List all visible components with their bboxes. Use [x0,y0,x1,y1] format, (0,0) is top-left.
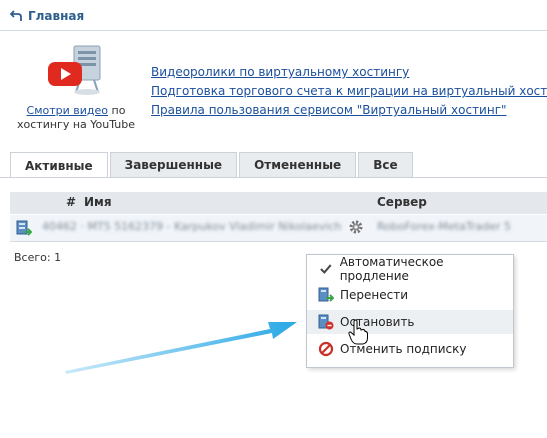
tab-divider [0,177,547,178]
breadcrumb-label: Главная [28,9,85,23]
checkmark-icon [320,264,332,274]
youtube-video-icon[interactable] [46,44,106,99]
menu-item-unsubscribe[interactable]: Отменить подписку [307,337,513,361]
tab-all[interactable]: Все [358,152,413,177]
row-name: 40462 · MT5 5162379 - Karpukov Vladimir … [42,220,342,233]
link-rules[interactable]: Правила пользования сервисом "Виртуальны… [151,101,547,120]
header-divider [0,30,547,31]
menu-item-stop[interactable]: Остановить [307,310,513,334]
video-link[interactable]: Смотри видео [27,104,108,117]
video-caption: Смотри видео по хостингу на YouTube [17,104,135,131]
context-menu: Автоматическое продление Перенести Остан… [306,254,514,368]
total-count: Всего: 1 [14,251,62,264]
menu-item-auto-renew[interactable]: Автоматическое продление [307,255,513,283]
tab-completed[interactable]: Завершенные [109,152,238,177]
back-arrow-icon [10,10,22,21]
link-video-hosting[interactable]: Видеоролики по виртуальному хостингу [151,63,547,82]
menu-item-transfer[interactable]: Перенести [307,283,513,307]
table-row[interactable]: 40462 · MT5 5162379 - Karpukov Vladimir … [10,215,547,242]
column-number[interactable]: # [66,195,76,209]
tab-cancelled[interactable]: Отмененные [239,152,357,177]
transfer-icon [318,287,334,302]
cancel-icon [318,341,334,357]
column-server[interactable]: Сервер [377,195,427,209]
table-header: # Имя Сервер [10,192,547,214]
breadcrumb[interactable]: Главная [10,6,84,26]
gear-icon[interactable] [348,219,364,235]
stop-icon [318,314,334,330]
hand-cursor-icon [348,319,368,345]
column-name[interactable]: Имя [84,195,112,209]
tab-bar: Активные Завершенные Отмененные Все [10,152,415,178]
link-migration[interactable]: Подготовка торгового счета к миграции на… [151,82,547,101]
tab-active[interactable]: Активные [10,152,108,178]
help-links: Видеоролики по виртуальному хостингу Под… [151,63,547,120]
row-server: RoboForex-MetaTrader 5 [377,220,512,233]
subscription-icon [16,220,32,236]
